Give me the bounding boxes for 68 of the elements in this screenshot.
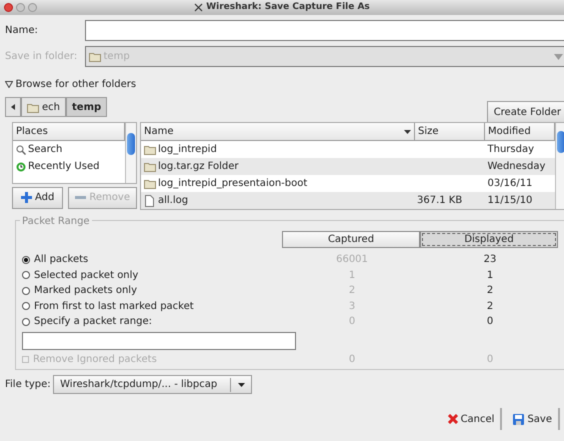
- clock-icon: [16, 162, 26, 172]
- folder-icon: [89, 51, 101, 62]
- group-title: Packet Range: [20, 214, 92, 229]
- column-toggle[interactable]: Captured: [282, 231, 420, 248]
- scrollbar[interactable]: [125, 123, 136, 183]
- file-date: 03/16/11: [488, 178, 532, 189]
- places-item[interactable]: Search: [13, 141, 125, 158]
- caret-icon: [554, 54, 563, 60]
- count: 0: [486, 316, 494, 328]
- create-folder-button[interactable]: Create Folder: [486, 101, 564, 123]
- file-row[interactable]: log_intrepid_presentaion-boot 03/16/11: [141, 175, 555, 192]
- file-date: Thursday: [488, 144, 534, 155]
- file-icon: [144, 194, 156, 206]
- count: 0: [486, 354, 494, 365]
- count: 1: [486, 270, 494, 281]
- x11-icon: [194, 3, 204, 12]
- count: 2: [348, 285, 356, 296]
- back-button[interactable]: [5, 97, 21, 117]
- count: 0: [348, 354, 356, 365]
- scrollbar[interactable]: [555, 123, 564, 209]
- path-button[interactable]: ech: [21, 97, 66, 117]
- range-field[interactable]: [22, 332, 296, 350]
- window-title: Wireshark: Save Capture File As: [206, 0, 370, 14]
- radio-option[interactable]: All packets: [22, 252, 88, 268]
- name-field[interactable]: [85, 20, 564, 41]
- caret-icon: [238, 382, 246, 386]
- count: 66001: [336, 254, 368, 266]
- radio-option[interactable]: Specify a packet range:: [22, 314, 152, 330]
- folder-icon: [144, 144, 156, 156]
- dialog-button[interactable]: Cancel: [442, 408, 502, 430]
- count: 3: [348, 300, 356, 312]
- folder-icon: [144, 160, 156, 172]
- file-row[interactable]: log_intrepid Thursday: [141, 141, 555, 158]
- column-header[interactable]: Size: [415, 123, 485, 141]
- count: 2: [486, 300, 494, 312]
- dialog-button[interactable]: Save: [507, 408, 560, 430]
- column-header[interactable]: Name: [141, 123, 415, 141]
- file-type-dropdown[interactable]: Wireshark/tcpdump/... - libpcap: [53, 375, 252, 394]
- plus-icon: [21, 192, 32, 203]
- folder-icon: [27, 102, 39, 112]
- field-label: Save in folder:: [5, 50, 78, 64]
- radio-option[interactable]: Selected packet only: [22, 268, 138, 283]
- column-toggle[interactable]: Displayed: [420, 231, 558, 248]
- radio-option[interactable]: From first to last marked packet: [22, 298, 194, 314]
- file-size: 367.1 KB: [417, 195, 462, 206]
- left-arrow-icon: [11, 104, 15, 110]
- count: 1: [348, 270, 356, 281]
- places-item[interactable]: Recently Used: [13, 158, 125, 175]
- expander[interactable]: Browse for other folders: [5, 77, 136, 92]
- file-date: Wednesday: [488, 161, 546, 172]
- cross-icon: [448, 414, 458, 424]
- file-row[interactable]: log.tar.gz Folder Wednesday: [141, 158, 555, 175]
- field-label: File type:: [5, 378, 51, 392]
- count: 23: [484, 254, 496, 266]
- radio-option[interactable]: Marked packets only: [22, 283, 138, 298]
- count: 0: [348, 316, 356, 328]
- folder-icon: [144, 178, 156, 190]
- column-header[interactable]: Modified: [485, 123, 555, 141]
- file-date: 11/15/10: [488, 195, 532, 206]
- column-header[interactable]: Places: [13, 123, 125, 141]
- search-icon: [16, 144, 26, 154]
- field-label: Name:: [5, 24, 39, 38]
- expanded-triangle-icon: [5, 81, 13, 88]
- sort-caret-icon: [404, 130, 411, 134]
- path-button[interactable]: temp: [66, 97, 108, 117]
- count: 2: [486, 285, 494, 296]
- file-row[interactable]: all.log 367.1 KB 11/15/10: [141, 192, 555, 209]
- add-button[interactable]: Add: [12, 186, 64, 208]
